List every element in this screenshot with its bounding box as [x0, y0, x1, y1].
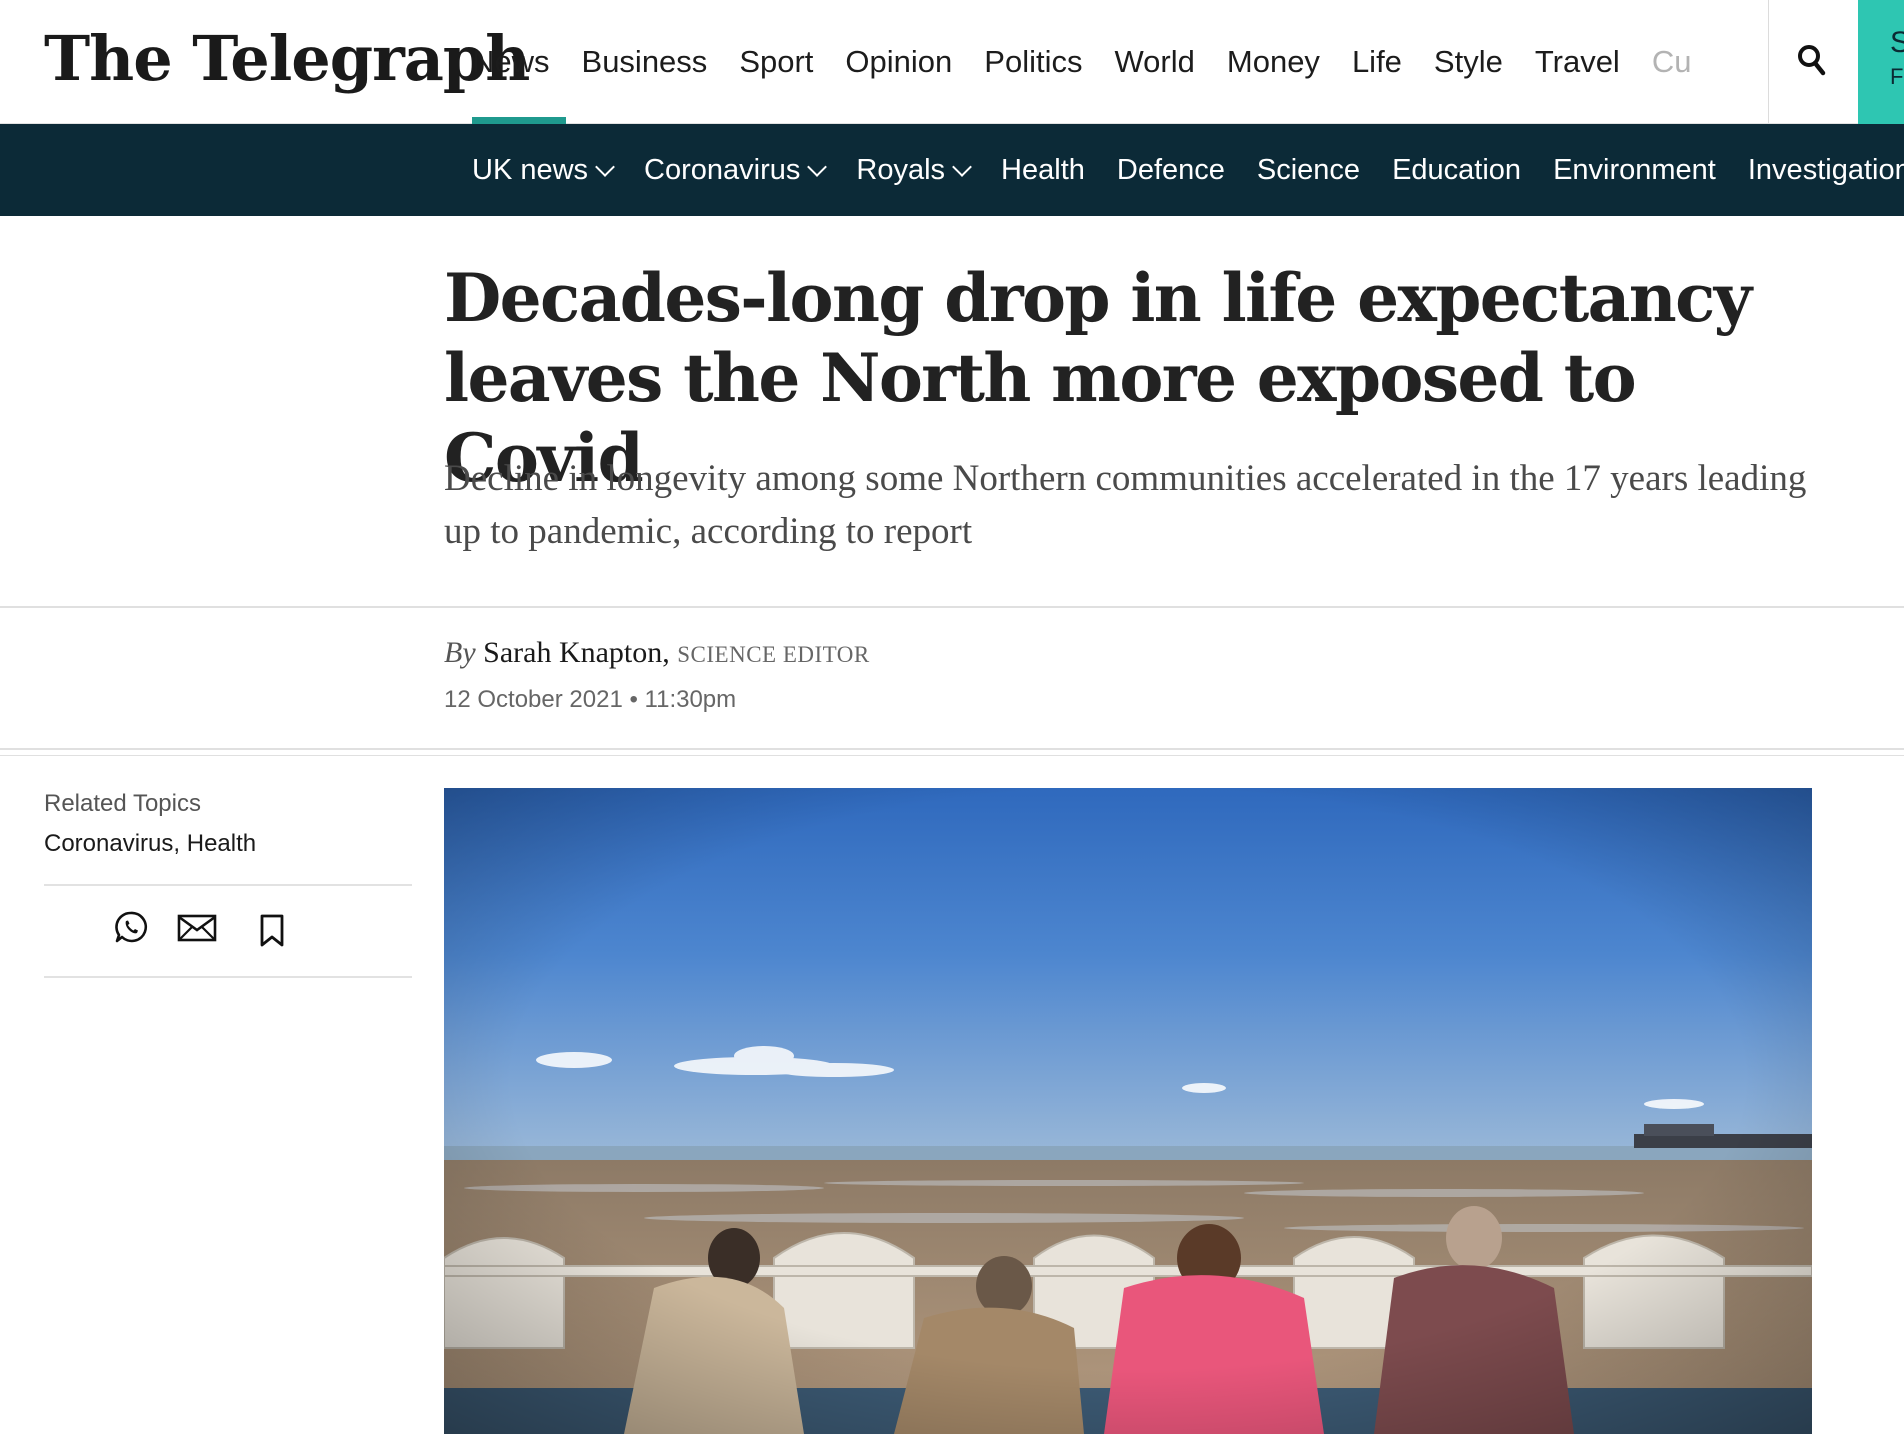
subnav-item-royals[interactable]: Royals: [856, 124, 1001, 216]
subnav-label: UK news: [472, 154, 589, 186]
divider: [44, 976, 412, 978]
section-subnav: UK news Coronavirus Royals Health Defenc…: [0, 124, 1904, 216]
subscribe-sublabel: F: [1890, 64, 1904, 89]
subnav-item-coronavirus[interactable]: Coronavirus: [644, 124, 856, 216]
nav-item-sport[interactable]: Sport: [723, 0, 829, 124]
author-link[interactable]: Sarah Knapton,: [483, 636, 670, 669]
author-role: SCIENCE EDITOR: [677, 642, 870, 667]
subnav-label: Royals: [856, 154, 946, 186]
subscribe-label: S: [1890, 26, 1904, 59]
nav-item-news[interactable]: News: [472, 0, 566, 124]
article-byline: By Sarah Knapton, SCIENCE EDITOR: [444, 636, 870, 670]
share-bar: [44, 886, 412, 976]
divider: [0, 748, 1904, 750]
site-logo[interactable]: The Telegraph: [44, 22, 530, 96]
subnav-item-environment[interactable]: Environment: [1553, 124, 1748, 216]
related-topics-links: Coronavirus, Health: [44, 830, 256, 858]
nav-item-travel[interactable]: Travel: [1519, 0, 1636, 124]
whatsapp-icon[interactable]: [114, 910, 148, 944]
bookmark-icon[interactable]: [259, 914, 285, 948]
chevron-down-icon: [952, 157, 972, 177]
nav-item-style[interactable]: Style: [1418, 0, 1519, 124]
search-button[interactable]: [1768, 0, 1857, 123]
subnav-item-science[interactable]: Science: [1257, 124, 1392, 216]
main-nav: News Business Sport Opinion Politics Wor…: [472, 0, 1707, 124]
subnav-item-uk-news[interactable]: UK news: [472, 124, 644, 216]
chevron-down-icon: [595, 157, 615, 177]
subnav-item-health[interactable]: Health: [1001, 124, 1117, 216]
divider: [0, 606, 1904, 608]
nav-item-life[interactable]: Life: [1336, 0, 1418, 124]
subnav-item-education[interactable]: Education: [1392, 124, 1553, 216]
site-header: The Telegraph News Business Sport Opinio…: [0, 0, 1904, 124]
publish-date: 12 October 2021 • 11:30pm: [444, 686, 737, 713]
related-topics-title: Related Topics: [44, 790, 201, 817]
subnav-label: Coronavirus: [644, 154, 801, 186]
related-topic-health[interactable]: Health: [187, 830, 256, 857]
subnav-item-defence[interactable]: Defence: [1117, 124, 1257, 216]
nav-item-world[interactable]: World: [1098, 0, 1210, 124]
hero-image-scene: [444, 788, 1812, 1434]
subnav-item-investigation[interactable]: Investigation: [1748, 124, 1904, 216]
email-icon[interactable]: [177, 914, 217, 942]
nav-item-money[interactable]: Money: [1211, 0, 1336, 124]
article-standfirst: Decline in longevity among some Northern…: [444, 458, 1807, 552]
related-topic-coronavirus[interactable]: Coronavirus: [44, 830, 173, 857]
nav-item-culture[interactable]: Cu: [1636, 0, 1708, 124]
nav-item-politics[interactable]: Politics: [968, 0, 1098, 124]
nav-item-opinion[interactable]: Opinion: [829, 0, 968, 124]
divider: [0, 755, 1904, 756]
search-icon: [1798, 45, 1826, 76]
byline-prefix: By: [444, 636, 476, 669]
related-topic-separator: ,: [173, 830, 187, 857]
article-hero-image[interactable]: [444, 788, 1812, 1434]
nav-item-business[interactable]: Business: [566, 0, 724, 124]
nav-fade-overlay: [1700, 0, 1768, 123]
chevron-down-icon: [807, 157, 828, 177]
subscribe-button[interactable]: S F: [1858, 0, 1904, 124]
